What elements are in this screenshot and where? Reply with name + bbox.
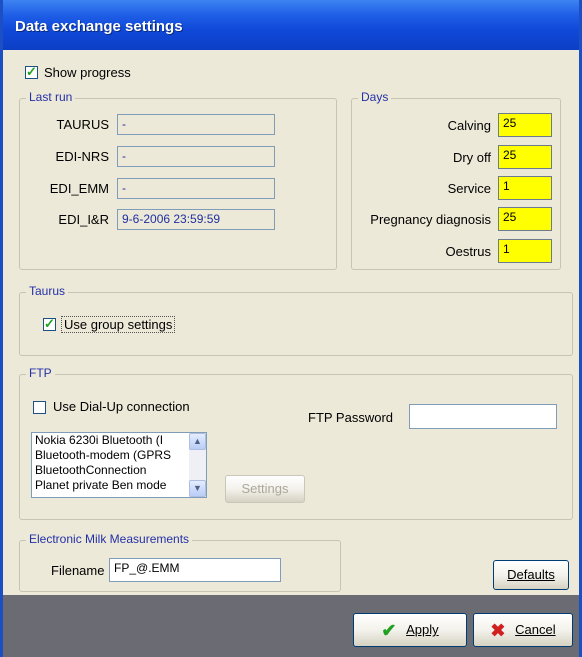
emm-legend: Electronic Milk Measurements [26,532,193,546]
days-service-input[interactable]: 1 [498,176,552,200]
filename-label: Filename [51,563,105,578]
list-item[interactable]: BluetoothConnection [32,463,187,478]
days-dry-off-input[interactable]: 25 [498,145,552,169]
cancel-button[interactable]: ✖ Cancel [473,613,573,647]
ftp-password-label: FTP Password [308,410,394,425]
use-group-settings-checkbox[interactable]: ✓ [43,316,56,331]
days-label-dry-off: Dry off [452,150,491,165]
apply-button-label: Apply [406,622,439,637]
ftp-legend: FTP [26,366,55,380]
last-run-label-edi-nrs: EDI-NRS [55,149,109,164]
list-item[interactable]: Nokia 6230i Bluetooth (I [32,433,187,448]
filename-input[interactable]: FP_@.EMM [109,558,281,582]
settings-button-label: Settings [241,481,289,496]
apply-button[interactable]: ✔ Apply [353,613,467,647]
last-run-edi-emm-field: - [117,178,275,199]
close-icon: ✖ [490,620,506,641]
checkmark-icon: ✓ [44,316,55,331]
use-dialup-label: Use Dial-Up connection [53,399,190,414]
settings-button[interactable]: Settings [225,475,305,503]
list-item[interactable]: Planet private Ben mode [32,478,187,493]
last-run-taurus-field: - [117,114,275,135]
last-run-label-edi-emm: EDI_EMM [49,181,109,196]
days-label-oestrus: Oestrus [445,244,491,259]
taurus-legend: Taurus [26,284,69,298]
dialog-window: Data exchange settings ✓ Show progress L… [0,0,582,657]
connection-listbox[interactable]: Nokia 6230i Bluetooth (I Bluetooth-modem… [31,432,207,498]
use-group-settings-label: Use group settings [61,316,176,333]
last-run-label-taurus: TAURUS [56,117,109,132]
scroll-down-icon[interactable]: ▼ [189,480,206,497]
checkmark-icon: ✔ [381,620,397,641]
days-legend: Days [358,90,392,104]
days-pregnancy-diagnosis-input[interactable]: 25 [498,207,552,231]
days-calving-input[interactable]: 25 [498,113,552,137]
days-label-calving: Calving [447,118,491,133]
last-run-legend: Last run [26,90,76,104]
show-progress-checkbox[interactable]: ✓ [25,64,38,79]
defaults-button-label: Defaults [507,567,555,582]
use-dialup-checkbox[interactable] [33,401,46,414]
last-run-label-edi-ir: EDI_I&R [58,212,109,227]
scroll-up-icon[interactable]: ▲ [189,433,206,450]
checkmark-icon: ✓ [26,64,37,79]
window-title: Data exchange settings [15,18,183,35]
last-run-edi-ir-field: 9-6-2006 23:59:59 [117,209,275,230]
show-progress-label: Show progress [44,65,131,80]
days-label-service: Service [447,181,491,196]
listbox-scrollbar[interactable]: ▲ ▼ [189,433,206,497]
list-item[interactable]: Bluetooth-modem (GPRS [32,448,187,463]
days-label-pregnancy-diagnosis: Pregnancy diagnosis [370,212,491,227]
days-oestrus-input[interactable]: 1 [498,239,552,263]
ftp-password-input[interactable] [409,404,557,429]
defaults-button[interactable]: Defaults [493,560,569,590]
dialog-content: ✓ Show progress Last run TAURUS - EDI-NR… [3,50,579,595]
button-bar: ✔ Apply ✖ Cancel [3,595,579,657]
title-bar[interactable]: Data exchange settings [3,0,579,50]
cancel-button-label: Cancel [515,622,556,637]
last-run-edi-nrs-field: - [117,146,275,167]
